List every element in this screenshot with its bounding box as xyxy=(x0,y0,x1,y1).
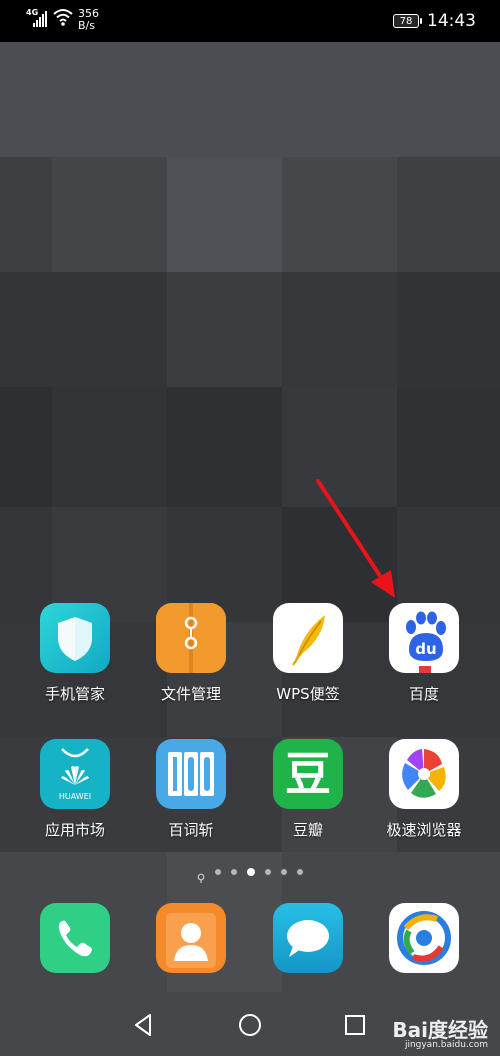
app-label: 手机管家 xyxy=(44,685,105,703)
douban-glyph: 豆 xyxy=(285,747,331,801)
messages-icon xyxy=(273,903,343,973)
app-label: 百词斩 xyxy=(168,821,214,839)
home-button-icon[interactable] xyxy=(235,1010,265,1040)
app-label: WPS便签 xyxy=(276,685,340,703)
page-dot[interactable] xyxy=(215,869,221,875)
douban-icon: 豆 xyxy=(273,739,343,809)
watermark-logo: Bai度经验 xyxy=(392,1018,488,1042)
wifi-icon xyxy=(53,9,73,26)
app-label: 文件管理 xyxy=(160,685,221,703)
app-baidu[interactable]: du 百度 xyxy=(364,603,484,704)
baicizhan-icon xyxy=(156,739,226,809)
back-button-icon[interactable] xyxy=(128,1010,158,1040)
page-dot[interactable] xyxy=(265,869,271,875)
phone-manager-shield-icon xyxy=(40,603,110,673)
app-label: 极速浏览器 xyxy=(386,821,462,839)
app-phone-manager[interactable]: 手机管家 xyxy=(15,603,135,704)
phone-call-icon xyxy=(40,903,110,973)
app-appgallery[interactable]: HUAWEI 应用市场 xyxy=(15,739,135,840)
app-label: 应用市场 xyxy=(44,821,105,839)
search-page-dot-icon[interactable] xyxy=(197,868,205,883)
app-file-manager[interactable]: 文件管理 xyxy=(131,603,251,704)
dock-contacts[interactable] xyxy=(131,903,251,973)
contacts-icon xyxy=(156,903,226,973)
page-dot[interactable] xyxy=(231,869,237,875)
app-baicizhan[interactable]: 百词斩 xyxy=(131,739,251,840)
status-left: 4G 356 B/s xyxy=(26,8,99,32)
app-label: 豆瓣 xyxy=(292,821,323,839)
speed-unit: B/s xyxy=(78,19,95,32)
huawei-appgallery-icon: HUAWEI xyxy=(40,739,110,809)
browser-icon xyxy=(389,903,459,973)
home-screen: 4G 356 B/s 78 14:43 手机管家 文件管理 WPS便签 du 百… xyxy=(0,0,500,1056)
network-speed: 356 B/s xyxy=(78,8,99,32)
page-indicator[interactable] xyxy=(0,868,500,883)
page-dot[interactable] xyxy=(297,869,303,875)
app-label: 百度 xyxy=(408,685,439,703)
watermark-url: jingyan.baidu.com xyxy=(404,1040,488,1050)
app-douban[interactable]: 豆 豆瓣 xyxy=(248,739,368,840)
app-speed-browser[interactable]: 极速浏览器 xyxy=(364,739,484,840)
baidu-jingyan-watermark: Bai度经验 jingyan.baidu.com xyxy=(392,1014,488,1050)
wps-notes-feather-icon xyxy=(273,603,343,673)
svg-text:du: du xyxy=(415,640,436,658)
dock-phone[interactable] xyxy=(15,903,135,973)
baidu-paw-icon: du xyxy=(389,603,459,673)
speed-browser-pinwheel-icon xyxy=(389,739,459,809)
cellular-signal-icon: 4G xyxy=(26,8,48,28)
status-bar: 4G 356 B/s 78 14:43 xyxy=(0,0,500,42)
page-dot[interactable] xyxy=(281,869,287,875)
file-manager-folder-icon xyxy=(156,603,226,673)
dock-messages[interactable] xyxy=(248,903,368,973)
clock: 14:43 xyxy=(427,11,476,31)
recents-button-icon[interactable] xyxy=(340,1010,370,1040)
page-dot-active[interactable] xyxy=(247,868,255,876)
battery-icon: 78 xyxy=(393,14,422,28)
dock-browser[interactable] xyxy=(364,903,484,973)
app-wps-notes[interactable]: WPS便签 xyxy=(248,603,368,704)
status-right: 78 14:43 xyxy=(393,11,476,31)
appgallery-brand-text: HUAWEI xyxy=(58,792,92,801)
